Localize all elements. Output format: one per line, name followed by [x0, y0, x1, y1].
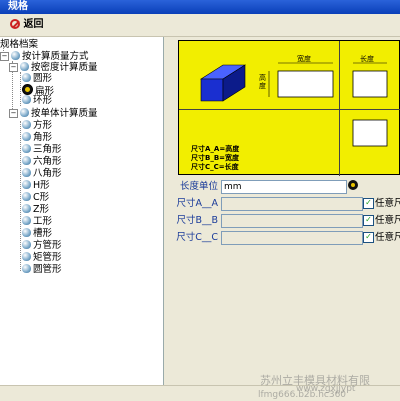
tree-item-label: 工形 [33, 216, 53, 227]
tree-item-round[interactable]: 圆形 [22, 73, 52, 84]
tree-item-label: 圆管形 [33, 264, 62, 275]
size-a-input[interactable] [221, 197, 363, 211]
tree-item[interactable]: 方形 [22, 120, 52, 131]
legend-c: 尺寸C_C=长度 [191, 163, 239, 171]
size-a-label: 尺寸A__A [176, 198, 219, 209]
node-icon [11, 51, 20, 60]
size-a-any-label: 任意尺 [375, 198, 400, 209]
tree-item-label: 八角形 [33, 168, 62, 179]
size-b-any-checkbox[interactable]: ✓ [363, 215, 374, 226]
height-label: 高度 [259, 74, 266, 90]
tree-item-flat-selected[interactable]: 扁形 [22, 84, 54, 97]
tree-root-label: 规格档案 [0, 39, 39, 50]
size-b-label: 尺寸B__B [176, 215, 218, 226]
dimension-legend: 尺寸A_A=高度 尺寸B_B=宽度 尺寸C_C=长度 [191, 145, 239, 172]
back-label: 返回 [23, 19, 44, 30]
shape-icon [22, 132, 31, 141]
tree-guide [20, 121, 21, 271]
tree-item-label: 环形 [33, 95, 53, 106]
collapse-icon[interactable]: − [0, 52, 9, 61]
shape-icon [22, 228, 31, 237]
tree-node-unit[interactable]: − 按单体计算质量 [9, 108, 98, 119]
toolbar: 返回 [0, 14, 400, 37]
tree-item-label: C形 [33, 192, 50, 203]
tree-item[interactable]: 方管形 [22, 240, 62, 251]
length-label: 长度 [360, 55, 374, 63]
width-label: 宽度 [297, 55, 311, 63]
tree-item[interactable]: 八角形 [22, 168, 62, 179]
tree-item-label: 方形 [33, 120, 53, 131]
tree-node-label: 按密度计算质量 [31, 62, 98, 73]
tree-item-label: 角形 [33, 132, 53, 143]
size-c-any-label: 任意尺 [375, 232, 400, 243]
shape-icon [22, 168, 31, 177]
shape-icon [22, 204, 31, 213]
tree-node-calc-method[interactable]: − 按计算质量方式 [0, 51, 89, 62]
shape-icon [22, 120, 31, 129]
tree-item-label: 六角形 [33, 156, 62, 167]
shape-icon [22, 95, 31, 104]
shape-icon [22, 216, 31, 225]
shape-icon [22, 192, 31, 201]
tree-item-label: 槽形 [33, 228, 53, 239]
back-icon [10, 19, 20, 29]
tree-item-label: 三角形 [33, 144, 62, 155]
legend-a: 尺寸A_A=高度 [191, 145, 240, 153]
node-icon [20, 62, 29, 71]
tree-item[interactable]: H形 [22, 180, 50, 191]
watermark-line3: lfmg666.b2b.hc360 [258, 390, 347, 400]
shape-icon [22, 144, 31, 153]
unit-label: 长度单位 [179, 181, 218, 192]
tree-root[interactable]: 规格档案 [0, 39, 38, 50]
tree-item-label: 方管形 [33, 240, 62, 251]
collapse-icon[interactable]: − [9, 63, 18, 72]
size-c-row: 尺寸C__C ✓ 任意尺 [165, 231, 400, 245]
tree-item-ring[interactable]: 环形 [22, 95, 52, 106]
tree-item-label: Z形 [33, 204, 50, 215]
size-c-any-checkbox[interactable]: ✓ [363, 232, 374, 243]
tree-item[interactable]: 圆管形 [22, 264, 62, 275]
back-button[interactable]: 返回 [10, 17, 43, 33]
shape-icon [22, 180, 31, 189]
window-title: 规格 [8, 1, 28, 12]
unit-picker-icon[interactable] [348, 180, 358, 190]
tree-item[interactable]: 工形 [22, 216, 52, 227]
size-a-any-checkbox[interactable]: ✓ [363, 198, 374, 209]
size-b-any-label: 任意尺 [375, 215, 400, 226]
tree-item-label: 圆形 [33, 73, 53, 84]
shape-icon [22, 240, 31, 249]
size-a-row: 尺寸A__A ✓ 任意尺 [165, 197, 400, 211]
tree-item-label: 矩管形 [33, 252, 62, 263]
title-bar: 规格 [0, 0, 400, 14]
size-c-label: 尺寸C__C [176, 232, 218, 243]
collapse-icon[interactable]: − [9, 109, 18, 118]
tree-guide [20, 72, 21, 106]
shape-icon [22, 156, 31, 165]
tree-node-label: 按单体计算质量 [31, 108, 98, 119]
tree-item[interactable]: 六角形 [22, 156, 62, 167]
size-b-row: 尺寸B__B ✓ 任意尺 [165, 214, 400, 228]
unit-row: 长度单位 mm [165, 180, 400, 194]
tree-item[interactable]: 三角形 [22, 144, 62, 155]
shape-icon [22, 264, 31, 273]
tree-item[interactable]: Z形 [22, 204, 49, 215]
shape-icon [22, 252, 31, 261]
tree-node-density[interactable]: − 按密度计算质量 [9, 62, 98, 73]
tree-item-label: H形 [33, 180, 50, 191]
category-tree[interactable]: 规格档案 − 按计算质量方式 − 按密度计算质量 圆形 扁形 环形 − 按单体计算质量… [0, 37, 164, 385]
selected-icon [22, 84, 33, 95]
shape-icon [22, 73, 31, 82]
tree-item[interactable]: C形 [22, 192, 49, 203]
tree-item[interactable]: 角形 [22, 132, 52, 143]
legend-b: 尺寸B_B=宽度 [191, 154, 240, 162]
tree-item[interactable]: 矩管形 [22, 252, 62, 263]
size-b-input[interactable] [221, 214, 363, 228]
node-icon [20, 108, 29, 117]
size-c-input[interactable] [221, 231, 363, 245]
shape-preview: 宽度 高度 长度 尺寸A_A=高度 尺寸B_B=宽度 尺寸C_C=长度 [178, 40, 400, 176]
tree-node-label: 按计算质量方式 [22, 51, 89, 62]
unit-input[interactable]: mm [221, 180, 347, 194]
tree-item[interactable]: 槽形 [22, 228, 52, 239]
